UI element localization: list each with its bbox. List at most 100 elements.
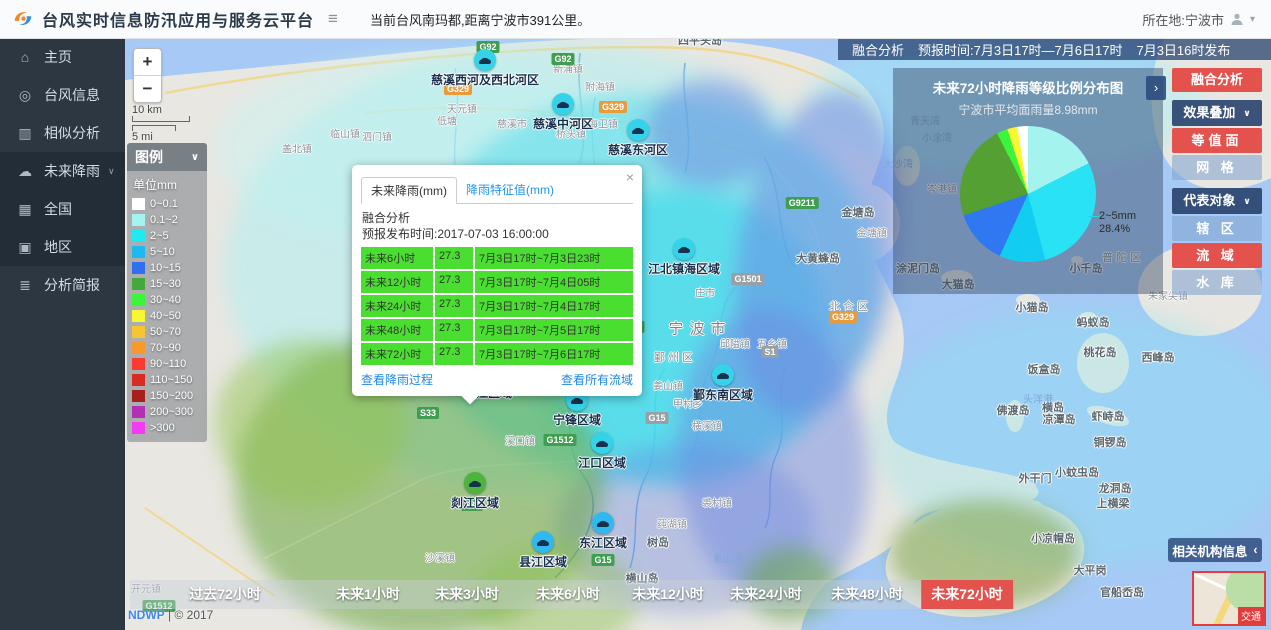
fusion-analysis-button[interactable]: 融合分析	[1172, 68, 1262, 92]
popup-rain-row: 未来48小时27.37月3日17时~7月5日17时	[361, 319, 633, 341]
rain-range: 7月3日17时~7月5日17时	[475, 319, 633, 341]
legend-swatch	[132, 262, 145, 274]
org-info-label: 相关机构信息	[1172, 541, 1247, 560]
legend-item-label: 50~70	[150, 326, 181, 338]
time-range-button[interactable]: 未来24小时	[720, 580, 812, 609]
rain-legend: 图例 ∨ 单位mm 0~0.10.1~22~55~1010~1515~3030~…	[127, 143, 207, 442]
legend-item: 2~5	[132, 228, 202, 244]
time-range-button[interactable]: 未来1小时	[326, 580, 410, 609]
legend-item: 40~50	[132, 308, 202, 324]
layer-option-button[interactable]: 辖 区	[1172, 216, 1262, 241]
view-all-basins-link[interactable]: 查看所有流域	[561, 371, 633, 388]
scale-km-bar	[132, 116, 190, 122]
rain-value: 27.3	[435, 295, 475, 317]
basin-marker-label: 慈溪西河及西北河区	[431, 71, 539, 88]
menu-toggle-icon[interactable]: ≡	[328, 9, 338, 29]
pie-subtitle: 宁波市平均面雨量8.98mm	[893, 101, 1163, 118]
popup-source-label: 融合分析	[362, 210, 632, 226]
legend-item-label: 90~110	[150, 358, 186, 370]
layer-option-button[interactable]: 流 域	[1172, 243, 1262, 268]
basin-marker-icon[interactable]	[464, 472, 486, 494]
sidebar-item-3[interactable]: ▥相似分析	[0, 114, 125, 152]
rain-period: 未来72小时	[361, 343, 435, 365]
legend-item: 15~30	[132, 276, 202, 292]
legend-header[interactable]: 图例 ∨	[127, 143, 207, 171]
rain-value: 27.3	[435, 343, 475, 365]
rain-range: 7月3日17时~7月6日17时	[475, 343, 633, 365]
zoom-in-button[interactable]: +	[134, 49, 161, 76]
legend-item: 150~200	[132, 388, 202, 404]
legend-item: 30~40	[132, 292, 202, 308]
related-org-info-button[interactable]: 相关机构信息 ‹	[1168, 538, 1262, 562]
forecast-time-label: 预报时间:7月3日17时—7月6日17时	[918, 40, 1122, 59]
legend-item: 50~70	[132, 324, 202, 340]
basin-marker-label: 慈溪东河区	[608, 141, 668, 158]
time-range-button[interactable]: 未来6小时	[526, 580, 610, 609]
basin-marker-label: 县江区域	[519, 553, 567, 570]
legend-item-label: 150~200	[150, 390, 193, 402]
chevron-down-icon: ∨	[1243, 100, 1250, 126]
zoom-out-button[interactable]: −	[134, 76, 161, 102]
popup-issued-label: 预报发布时间:2017-07-03 16:00:00	[362, 226, 632, 242]
popup-rain-row: 未来12小时27.37月3日17时~7月4日05时	[361, 271, 633, 293]
sidebar-item-6[interactable]: ▣地区	[0, 228, 125, 266]
map-canvas[interactable]: 宁波市鄞州区北仑区普陀区四平头岛金塘岛金塘镇大黄蜂岛涂泥门岛大猫岛小千岛小猫岛蚂…	[125, 38, 1271, 630]
sidebar-nav: ⌂主页◎台风信息▥相似分析☁未来降雨∨▦全国▣地区≣分析简报	[0, 38, 125, 630]
legend-body: 单位mm 0~0.10.1~22~55~1010~1515~3030~4040~…	[127, 171, 207, 442]
layer-option-button[interactable]: 网 格	[1172, 155, 1262, 180]
layer-option-button[interactable]: 等值面	[1172, 128, 1262, 153]
app-screen: 台风实时信息防汛应用与服务云平台 ≡ 当前台风南玛都,距离宁波市391公里。 所…	[0, 0, 1271, 630]
popup-tabs: 未来降雨(mm)降雨特征值(mm)	[361, 177, 633, 204]
sidebar-item-2[interactable]: ◎台风信息	[0, 76, 125, 114]
sidebar-item-1[interactable]: ⌂主页	[0, 38, 125, 76]
basin-marker-icon[interactable]	[474, 49, 496, 71]
control-group-label: 效果叠加	[1183, 100, 1235, 126]
user-menu-caret-icon[interactable]: ▾	[1250, 14, 1255, 25]
legend-item-label: 2~5	[150, 230, 169, 242]
rain-period: 未来48小时	[361, 319, 435, 341]
close-icon[interactable]: ×	[626, 169, 634, 185]
panel-collapse-button[interactable]: ›	[1146, 76, 1166, 100]
basin-marker-icon[interactable]	[592, 512, 614, 534]
map-scale: 10 km 5 mi	[132, 104, 190, 143]
scale-km-label: 10 km	[132, 104, 190, 116]
basin-marker-label: 江口区域	[578, 454, 626, 471]
basin-marker-icon[interactable]	[532, 531, 554, 553]
legend-swatch	[132, 310, 145, 322]
view-rain-process-link[interactable]: 查看降雨过程	[361, 371, 433, 388]
time-range-button[interactable]: 未来3小时	[425, 580, 509, 609]
popup-tab-2[interactable]: 降雨特征值(mm)	[457, 177, 563, 203]
basin-marker-icon[interactable]	[552, 93, 574, 115]
sidebar-item-4[interactable]: ☁未来降雨∨	[0, 152, 125, 190]
legend-item-label: 30~40	[150, 294, 181, 306]
legend-collapse-icon: ∨	[191, 152, 199, 163]
control-group-header-1[interactable]: 效果叠加 ∨	[1172, 100, 1262, 126]
rain-range: 7月3日17时~7月4日17时	[475, 295, 633, 317]
sidebar-item-7[interactable]: ≣分析简报	[0, 266, 125, 304]
control-group-header-2[interactable]: 代表对象∨	[1172, 188, 1262, 214]
basin-marker-label: 东江区域	[579, 534, 627, 551]
time-range-button[interactable]: 过去72小时	[179, 580, 271, 609]
popup-tab-1[interactable]: 未来降雨(mm)	[361, 177, 457, 204]
legend-item-label: 0~0.1	[150, 198, 178, 210]
user-icon[interactable]	[1230, 12, 1244, 26]
traffic-minimap[interactable]: 交通	[1192, 571, 1266, 626]
rain-value: 27.3	[435, 319, 475, 341]
home-icon: ⌂	[16, 49, 34, 65]
legend-swatch	[132, 198, 145, 210]
time-range-button[interactable]: 未来72小时	[921, 580, 1013, 609]
basin-marker-icon[interactable]	[712, 364, 734, 386]
layer-option-button[interactable]: 水 库	[1172, 270, 1262, 295]
rain-range: 7月3日17时~7月3日23时	[475, 247, 633, 269]
time-range-button[interactable]: 未来48小时	[821, 580, 913, 609]
sidebar-item-5[interactable]: ▦全国	[0, 190, 125, 228]
basin-marker-icon[interactable]	[673, 238, 695, 260]
time-range-button[interactable]: 未来12小时	[622, 580, 714, 609]
chevron-left-icon: ‹	[1253, 543, 1257, 557]
basin-marker-icon[interactable]	[627, 119, 649, 141]
basin-marker-label: 宁锋区域	[553, 411, 601, 428]
legend-item: 5~10	[132, 244, 202, 260]
legend-swatch	[132, 358, 145, 370]
basin-marker-icon[interactable]	[591, 432, 613, 454]
rain-level-pie-chart[interactable]	[960, 126, 1096, 262]
